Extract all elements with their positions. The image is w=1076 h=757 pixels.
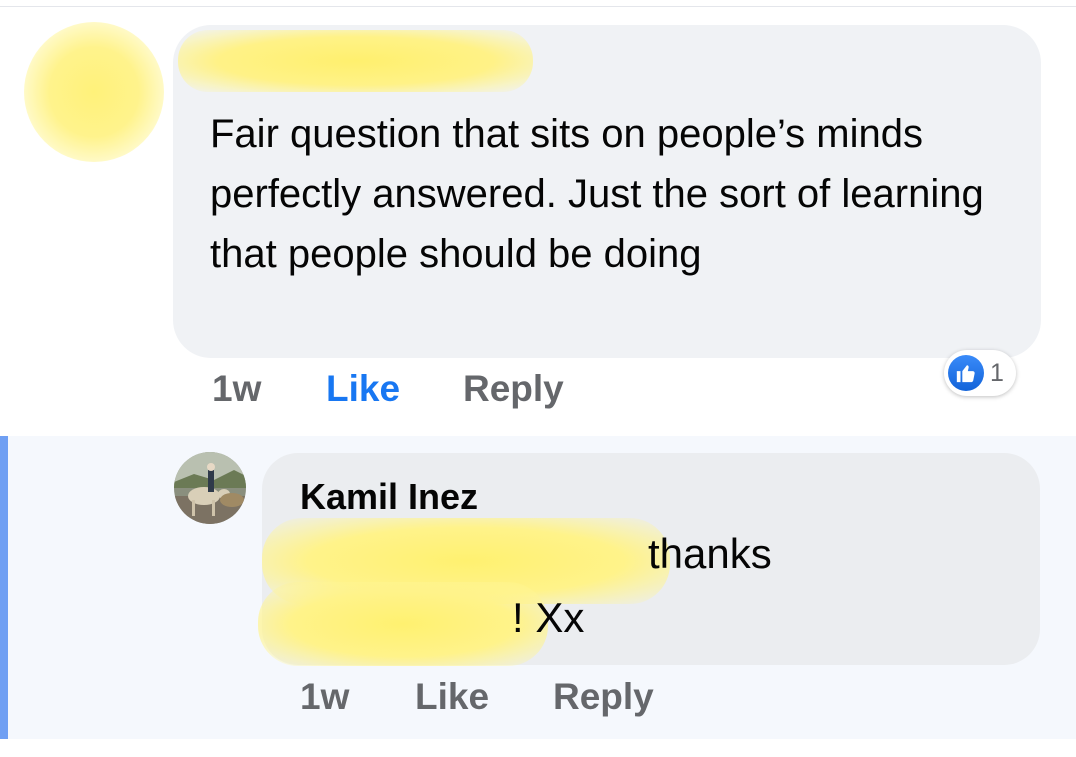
top-divider (0, 6, 1076, 7)
reply-text-line2: ! Xx (512, 594, 585, 641)
comment-timestamp[interactable]: 1w (212, 368, 261, 410)
commenter-name-redacted[interactable] (178, 30, 533, 92)
reply-reply-button[interactable]: Reply (553, 676, 654, 718)
reply-like-button[interactable]: Like (415, 676, 489, 718)
thumbs-up-icon (948, 355, 984, 391)
reply-author-name[interactable]: Kamil Inez (300, 476, 478, 518)
comment-text: Fair question that sits on people’s mind… (210, 112, 984, 276)
comment-like-button[interactable]: Like (326, 368, 400, 410)
reply-text-line1: thanks (648, 530, 772, 577)
reply-timestamp[interactable]: 1w (300, 676, 349, 718)
thread-indicator-bar (0, 436, 8, 739)
reply-text-redacted (258, 582, 548, 666)
reply-author-avatar[interactable] (174, 452, 246, 524)
reaction-count: 1 (990, 358, 1004, 387)
comment-reply-button[interactable]: Reply (463, 368, 564, 410)
reaction-summary[interactable]: 1 (944, 350, 1016, 396)
commenter-avatar-redacted[interactable] (24, 22, 164, 162)
